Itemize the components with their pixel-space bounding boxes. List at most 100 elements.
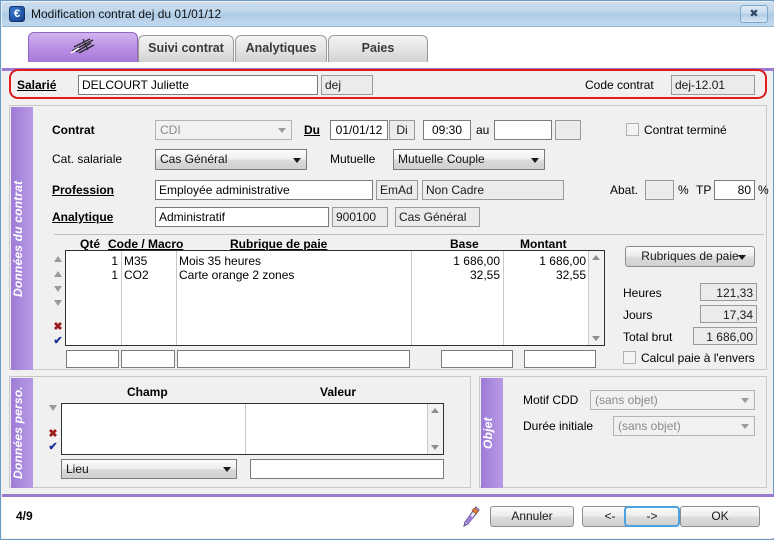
salarie-label: Salarié xyxy=(17,78,57,92)
chevron-down-icon xyxy=(741,398,749,403)
grid-col-qte: Qté xyxy=(80,237,101,251)
euro-app-icon: € xyxy=(9,6,25,22)
cancel-button[interactable]: Annuler xyxy=(490,506,574,527)
perso-field-select[interactable]: Lieu xyxy=(61,459,237,479)
mutuelle-label: Mutuelle xyxy=(330,152,376,166)
move-down-icon[interactable] xyxy=(49,405,57,411)
analytique-input[interactable]: Administratif xyxy=(155,207,329,227)
cell-base: 32,55 xyxy=(469,268,500,282)
grid-col-rubrique: Rubrique de paie xyxy=(230,237,328,251)
tp-percent-sign: % xyxy=(758,183,769,197)
rubriques-grid[interactable]: 1 M35 Mois 35 heures 1 686,00 1 686,00 1… xyxy=(65,250,605,346)
analytique-label: Analytique xyxy=(52,210,114,224)
grid-scrollbar[interactable] xyxy=(588,251,604,345)
tp-input[interactable]: 80 xyxy=(714,180,755,200)
du-label: Du xyxy=(304,123,320,137)
close-icon[interactable]: ✖ xyxy=(740,5,768,23)
profession-code-input[interactable]: EmAd xyxy=(376,180,418,200)
entry-qte-input[interactable] xyxy=(66,350,119,368)
code-contrat-label: Code contrat xyxy=(585,78,654,92)
ok-button[interactable]: OK xyxy=(680,506,760,527)
heures-label: Heures xyxy=(623,286,662,300)
next-button[interactable]: -> xyxy=(624,506,680,527)
chevron-down-icon xyxy=(278,128,286,133)
edit-pencil-icon[interactable] xyxy=(460,505,480,529)
table-row[interactable]: 1 M35 Mois 35 heures 1 686,00 1 686,00 xyxy=(66,254,604,268)
table-row[interactable]: 1 CO2 Carte orange 2 zones 32,55 32,55 xyxy=(66,268,604,282)
calcul-envers-label: Calcul paie à l'envers xyxy=(641,351,755,365)
delete-row-icon[interactable]: ✖ xyxy=(47,428,59,440)
duree-initiale-value: (sans objet) xyxy=(618,419,681,433)
profession-statut-display: Non Cadre xyxy=(422,180,564,200)
page-indicator: 4/9 xyxy=(16,509,33,523)
scroll-up-icon[interactable] xyxy=(592,255,600,260)
delete-row-icon[interactable]: ✖ xyxy=(52,321,64,333)
cell-rubrique: Mois 35 heures xyxy=(179,254,262,268)
entry-montant-input[interactable] xyxy=(524,350,596,368)
motif-cdd-select[interactable]: (sans objet) xyxy=(590,390,755,410)
grid-col-code: Code / Macro xyxy=(108,237,184,251)
du-day-display: Di xyxy=(389,120,415,140)
du-date-input[interactable]: 01/01/12 xyxy=(330,120,388,140)
profession-label: Profession xyxy=(52,183,115,197)
entry-rubrique-input[interactable] xyxy=(177,350,410,368)
mutuelle-value: Mutuelle Couple xyxy=(398,152,485,166)
du-time-input[interactable]: 09:30 xyxy=(423,120,471,140)
perso-grid[interactable] xyxy=(61,403,444,455)
validate-row-icon[interactable]: ✔ xyxy=(47,441,59,453)
scroll-down-icon[interactable] xyxy=(431,445,439,450)
code-contrat-input[interactable]: dej-12.01 xyxy=(671,75,755,95)
move-down-icon[interactable] xyxy=(54,286,62,292)
cell-qte: 1 xyxy=(111,268,118,282)
calcul-envers-checkbox[interactable] xyxy=(623,351,636,364)
grid-col-montant: Montant xyxy=(520,237,567,251)
cell-code: M35 xyxy=(124,254,148,268)
chevron-down-icon xyxy=(531,157,539,163)
entry-code-input[interactable] xyxy=(121,350,175,368)
move-top-icon[interactable] xyxy=(54,256,62,262)
cell-montant: 32,55 xyxy=(555,268,586,282)
cat-salariale-select[interactable]: Cas Général xyxy=(155,149,307,170)
chevron-down-icon xyxy=(293,157,301,163)
contract-panel: Données du contrat Contrat CDI Du 01/01/… xyxy=(9,105,769,370)
side-band-donnees-contrat: Données du contrat xyxy=(11,107,33,370)
tp-label: TP xyxy=(696,183,712,197)
contrat-type-select[interactable]: CDI xyxy=(155,120,292,140)
tab-donnees-contrat[interactable] xyxy=(28,32,138,62)
rubriques-de-paie-button[interactable]: Rubriques de paie xyxy=(625,246,755,267)
abat-input[interactable] xyxy=(645,180,674,200)
au-date-input[interactable] xyxy=(494,120,552,140)
title-bar: € Modification contrat dej du 01/01/12 ✖ xyxy=(2,2,774,27)
tab-analytiques[interactable]: Analytiques xyxy=(235,35,327,62)
move-bottom-icon[interactable] xyxy=(54,300,62,306)
perso-field-value-input[interactable] xyxy=(250,459,444,479)
scroll-down-icon[interactable] xyxy=(592,336,600,341)
salarie-code-input[interactable]: dej xyxy=(321,75,373,95)
rubriques-de-paie-label: Rubriques de paie xyxy=(641,249,739,263)
tab-label-1: Suivi contrat xyxy=(148,41,224,55)
validate-row-icon[interactable]: ✔ xyxy=(52,335,64,347)
profession-input[interactable]: Employée administrative xyxy=(155,180,373,200)
mutuelle-select[interactable]: Mutuelle Couple xyxy=(393,149,545,170)
tab-suivi-contrat[interactable]: Suivi contrat xyxy=(138,35,234,62)
contrat-termine-checkbox[interactable] xyxy=(626,123,639,136)
entry-base-input[interactable] xyxy=(441,350,513,368)
footer-bar: 4/9 Annuler <- -> OK xyxy=(2,494,774,538)
contrat-termine-label: Contrat terminé xyxy=(644,123,727,137)
perso-grid-scrollbar[interactable] xyxy=(427,404,443,454)
duree-initiale-select[interactable]: (sans objet) xyxy=(613,416,755,436)
scroll-up-icon[interactable] xyxy=(431,408,439,413)
salarie-input[interactable]: DELCOURT Juliette xyxy=(78,75,318,95)
contract-feather-icon xyxy=(69,36,97,56)
move-up-icon[interactable] xyxy=(54,271,62,277)
analytique-code-input[interactable]: 900100 xyxy=(332,207,388,227)
jours-value: 17,34 xyxy=(700,305,757,323)
analytique-cat-display: Cas Général xyxy=(395,207,480,227)
au-day-display xyxy=(555,120,581,140)
jours-label: Jours xyxy=(623,308,653,322)
tab-paies[interactable]: Paies xyxy=(328,35,428,62)
cat-salariale-label: Cat. salariale xyxy=(52,152,123,166)
perso-col-champ: Champ xyxy=(127,385,168,399)
tab-label-3: Paies xyxy=(361,41,395,55)
modification-contrat-window: € Modification contrat dej du 01/01/12 ✖ xyxy=(0,0,774,540)
